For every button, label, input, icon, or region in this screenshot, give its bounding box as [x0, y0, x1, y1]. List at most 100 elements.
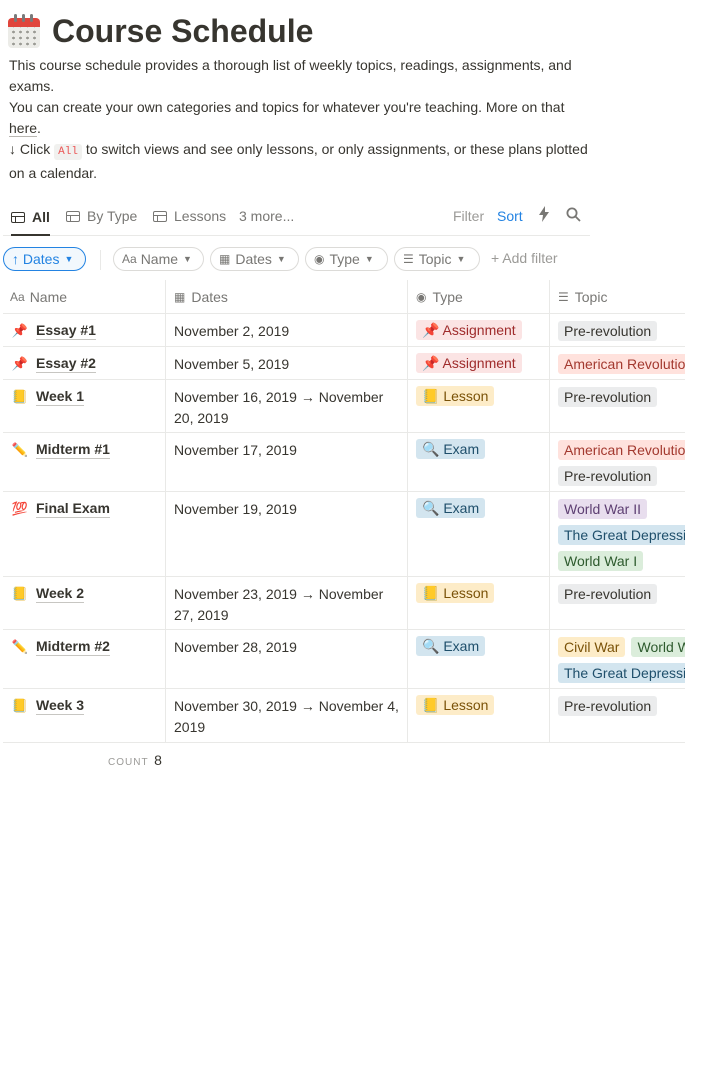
row-name-cell[interactable]: 📒 Week 2	[11, 584, 84, 603]
table-row[interactable]: ✏️ Midterm #2 November 28, 2019 🔍 Exam Civil…	[3, 629, 685, 689]
topic-tag[interactable]: The Great Depression	[558, 663, 685, 683]
divider	[100, 250, 101, 270]
row-dates[interactable]: November 5, 2019	[174, 354, 402, 375]
row-name-cell[interactable]: 💯 Final Exam	[11, 499, 110, 518]
add-filter-button[interactable]: + Add filter	[491, 250, 558, 266]
row-type-cell[interactable]: 🔍 Exam	[416, 439, 491, 465]
sort-chip-dates[interactable]: ↑ Dates ▼	[3, 247, 86, 271]
row-dates[interactable]: November 19, 2019	[174, 499, 402, 520]
topic-tag[interactable]: The Great Depression	[558, 525, 685, 545]
topic-tag[interactable]: World War II	[558, 499, 648, 519]
topic-line: Pre-revolution	[558, 387, 685, 413]
multi-select-icon: ☰	[403, 252, 414, 266]
row-name[interactable]: Week 2	[36, 584, 84, 603]
row-dates[interactable]: November 23, 2019 → November 27, 2019	[174, 584, 402, 626]
row-topic-cell[interactable]: Pre-revolution	[558, 696, 685, 722]
row-topic-cell[interactable]: Civil WarWorld War I The Great Depression	[558, 637, 685, 689]
row-name[interactable]: Midterm #2	[36, 637, 110, 656]
filter-chip-topic[interactable]: ☰ Topic ▼	[394, 247, 480, 271]
column-header-name[interactable]: Aa Name	[10, 280, 67, 313]
row-name[interactable]: Week 1	[36, 387, 84, 406]
row-topic-cell[interactable]: Pre-revolution	[558, 387, 685, 413]
type-tag[interactable]: 📒 Lesson	[416, 386, 495, 406]
tab-lessons[interactable]: Lessons	[153, 200, 226, 232]
type-tag[interactable]: 🔍 Exam	[416, 636, 486, 656]
row-topic-cell[interactable]: Pre-revolution	[558, 584, 685, 610]
row-name[interactable]: Essay #1	[36, 321, 96, 340]
topic-tag[interactable]: World War I	[558, 551, 644, 571]
column-header-type[interactable]: ◉ Type	[416, 280, 463, 313]
row-dates[interactable]: November 17, 2019	[174, 440, 402, 461]
row-name[interactable]: Midterm #1	[36, 440, 110, 459]
tab-all[interactable]: All	[11, 200, 50, 236]
type-tag[interactable]: 🔍 Exam	[416, 498, 486, 518]
row-type-cell[interactable]: 📌 Assignment	[416, 353, 528, 379]
filter-button[interactable]: Filter	[453, 208, 484, 224]
topic-tag[interactable]: Civil War	[558, 637, 626, 657]
automation-icon[interactable]	[538, 206, 550, 225]
chip-label: Dates	[235, 251, 272, 267]
column-header-topic[interactable]: ☰ Topic	[558, 280, 607, 313]
tab-by-type[interactable]: By Type	[66, 200, 137, 232]
row-name-cell[interactable]: ✏️ Midterm #1	[11, 440, 110, 459]
row-dates[interactable]: November 28, 2019	[174, 637, 402, 658]
row-name-cell[interactable]: 📒 Week 1	[11, 387, 84, 406]
topic-tag[interactable]: World War I	[631, 637, 685, 657]
sort-button[interactable]: Sort	[497, 208, 523, 224]
table-row[interactable]: 📒 Week 1 November 16, 2019 → November 20, …	[3, 379, 685, 433]
row-topic-cell[interactable]: American Revolution Pre-revolution	[558, 440, 685, 492]
row-dates[interactable]: November 2, 2019	[174, 321, 402, 342]
table-row[interactable]: 📌 Essay #1 November 2, 2019 📌 Assignment Pre…	[3, 313, 685, 347]
row-type-cell[interactable]: 📒 Lesson	[416, 695, 500, 721]
topic-tag[interactable]: Pre-revolution	[558, 584, 658, 604]
hundred-icon: 💯	[11, 500, 29, 516]
row-name-cell[interactable]: 📌 Essay #1	[11, 321, 96, 340]
table-row[interactable]: 📌 Essay #2 November 5, 2019 📌 Assignment Ame…	[3, 346, 685, 380]
header-label: Type	[432, 288, 463, 305]
filter-chip-name[interactable]: Aa Name ▼	[113, 247, 204, 271]
column-header-dates[interactable]: ▦ Dates	[174, 280, 228, 313]
table-row[interactable]: 📒 Week 2 November 23, 2019 → November 27, …	[3, 576, 685, 630]
table-row[interactable]: 💯 Final Exam November 19, 2019 🔍 Exam World …	[3, 491, 685, 577]
type-tag[interactable]: 📒 Lesson	[416, 583, 495, 603]
type-tag[interactable]: 📌 Assignment	[416, 353, 522, 373]
row-name[interactable]: Final Exam	[36, 499, 110, 518]
chip-label: Name	[140, 251, 179, 267]
page-title: Course Schedule	[52, 13, 314, 49]
row-topic-cell[interactable]: Pre-revolution	[558, 321, 685, 347]
table-row[interactable]: ✏️ Midterm #1 November 17, 2019 🔍 Exam Ameri…	[3, 432, 685, 492]
type-tag[interactable]: 📌 Assignment	[416, 320, 522, 340]
row-type-cell[interactable]: 📒 Lesson	[416, 386, 500, 412]
row-name[interactable]: Week 3	[36, 696, 84, 715]
here-link[interactable]: here	[9, 120, 38, 137]
row-name[interactable]: Essay #2	[36, 354, 96, 373]
row-name-cell[interactable]: 📒 Week 3	[11, 696, 84, 715]
page-header: Course Schedule	[8, 10, 313, 52]
filter-chip-type[interactable]: ◉ Type ▼	[305, 247, 388, 271]
row-name-cell[interactable]: 📌 Essay #2	[11, 354, 96, 373]
table-row[interactable]: 📒 Week 3 November 30, 2019 → November 4, 2…	[3, 688, 685, 743]
topic-tag[interactable]: Pre-revolution	[558, 696, 658, 716]
row-type-cell[interactable]: 📒 Lesson	[416, 583, 500, 609]
type-tag[interactable]: 🔍 Exam	[416, 439, 486, 459]
search-icon[interactable]	[566, 207, 581, 225]
column-divider	[407, 313, 408, 346]
row-topic-cell[interactable]: American Revolution	[558, 354, 685, 380]
row-name-cell[interactable]: ✏️ Midterm #2	[11, 637, 110, 656]
chevron-down-icon: ▼	[183, 254, 192, 264]
topic-tag[interactable]: Pre-revolution	[558, 321, 658, 341]
row-type-cell[interactable]: 🔍 Exam	[416, 498, 491, 524]
row-type-cell[interactable]: 📌 Assignment	[416, 320, 528, 346]
row-dates[interactable]: November 16, 2019 → November 20, 2019	[174, 387, 402, 429]
topic-tag[interactable]: Pre-revolution	[558, 466, 658, 486]
filter-chip-dates[interactable]: ▦ Dates ▼	[210, 247, 299, 271]
row-topic-cell[interactable]: World War II The Great Depression World Wa…	[558, 499, 685, 577]
row-dates[interactable]: November 30, 2019 → November 4, 2019	[174, 696, 402, 738]
row-type-cell[interactable]: 🔍 Exam	[416, 636, 491, 662]
topic-tag[interactable]: American Revolution	[558, 440, 685, 460]
description-text: ↓ Click	[9, 141, 55, 157]
type-tag[interactable]: 📒 Lesson	[416, 695, 495, 715]
more-views-button[interactable]: 3 more...	[239, 200, 294, 232]
topic-tag[interactable]: Pre-revolution	[558, 387, 658, 407]
topic-tag[interactable]: American Revolution	[558, 354, 685, 374]
